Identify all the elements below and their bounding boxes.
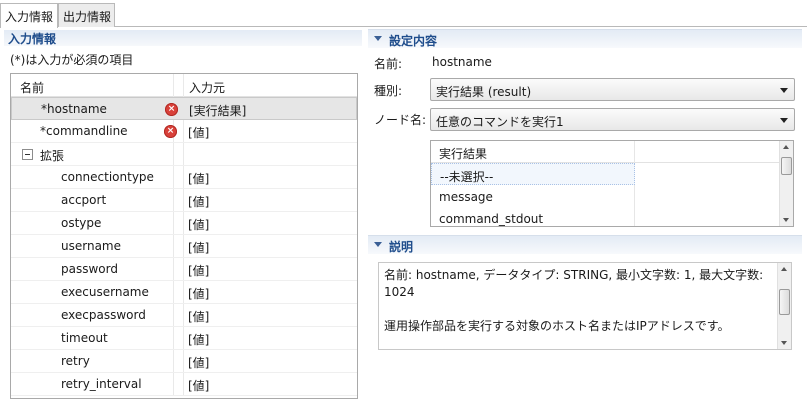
description-box[interactable]: 名前: hostname, データタイプ: STRING, 最小文字数: 1, … xyxy=(378,262,792,350)
row-source-value: [値] xyxy=(188,310,210,324)
row-label: accport xyxy=(61,193,107,207)
row-source-value: [値] xyxy=(188,379,210,393)
row-source-value: [値] xyxy=(188,287,210,301)
row-label: execpassword xyxy=(61,308,146,322)
tree-row-password[interactable]: password [値] xyxy=(11,258,357,281)
scroll-down-icon[interactable] xyxy=(783,218,789,222)
tree-row-connectiontype[interactable]: connectiontype [値] xyxy=(11,166,357,189)
tree-row-retry[interactable]: retry [値] xyxy=(11,350,357,373)
scroll-down-icon[interactable] xyxy=(781,341,787,345)
settings-section-title: 設定内容 xyxy=(389,34,438,48)
list-item-label: --未選択-- xyxy=(440,170,494,184)
row-source-value: [値] xyxy=(188,195,210,209)
column-header-source[interactable]: 入力元 xyxy=(189,79,225,96)
list-item-label: message xyxy=(439,190,493,204)
row-label: password xyxy=(61,262,118,276)
row-source-value: [値] xyxy=(188,172,210,186)
type-select[interactable]: 実行結果 (result) xyxy=(430,78,795,101)
tree-row-ostype[interactable]: ostype [値] xyxy=(11,212,357,235)
list-item-message[interactable]: message xyxy=(431,186,779,208)
tree-row-username[interactable]: username [値] xyxy=(11,235,357,258)
row-label: *commandline xyxy=(40,124,128,138)
row-label: retry xyxy=(61,354,90,368)
description-section-header[interactable]: 説明 xyxy=(368,235,802,254)
row-source-value: [値] xyxy=(188,126,210,140)
row-label: 拡張 xyxy=(40,149,65,163)
scroll-up-icon[interactable] xyxy=(781,267,787,271)
tree-row-execpassword[interactable]: execpassword [値] xyxy=(11,304,357,327)
error-icon: × xyxy=(164,125,177,138)
result-list[interactable]: 実行結果 --未選択-- message command_stdout xyxy=(430,140,794,227)
row-label: timeout xyxy=(61,331,108,345)
row-label: execusername xyxy=(61,285,149,299)
tree-row-hostname[interactable]: *hostname × [実行結果] xyxy=(11,97,357,120)
type-select-value: 実行結果 (result) xyxy=(436,85,532,99)
tree-row-timeout[interactable]: timeout [値] xyxy=(11,327,357,350)
description-section-title: 説明 xyxy=(389,240,414,254)
result-list-scrollbar[interactable] xyxy=(779,141,793,226)
tree-header: 名前 入力元 xyxy=(11,74,357,97)
tab-output-info[interactable]: 出力情報 xyxy=(58,3,115,27)
type-label: 種別: xyxy=(374,84,403,98)
tree-row-commandline[interactable]: *commandline × [値] xyxy=(11,120,357,143)
tree-row-retry-interval[interactable]: retry_interval [値] xyxy=(11,373,357,396)
chevron-down-icon[interactable] xyxy=(780,88,788,93)
description-text: 名前: hostname, データタイプ: STRING, 最小文字数: 1, … xyxy=(384,268,764,333)
row-label: *hostname xyxy=(41,102,107,116)
row-source-value: [値] xyxy=(188,218,210,232)
row-source-value: [値] xyxy=(188,333,210,347)
error-icon: × xyxy=(165,103,178,116)
tree-row-execusername[interactable]: execusername [値] xyxy=(11,281,357,304)
input-section-title: 入力情報 xyxy=(4,30,362,46)
tree-row-accport[interactable]: accport [値] xyxy=(11,189,357,212)
list-item-command-stdout[interactable]: command_stdout xyxy=(431,208,779,226)
node-select[interactable]: 任意のコマンドを実行1 xyxy=(430,108,795,131)
description-scrollbar[interactable] xyxy=(777,263,791,349)
result-list-header[interactable]: 実行結果 xyxy=(431,141,779,163)
row-source-value: [値] xyxy=(188,264,210,278)
scroll-thumb[interactable] xyxy=(781,157,792,175)
list-item-label: command_stdout xyxy=(439,212,544,226)
chevron-down-icon[interactable] xyxy=(374,242,382,247)
chevron-down-icon[interactable] xyxy=(374,36,382,41)
tab-input-info[interactable]: 入力情報 xyxy=(0,3,58,28)
column-header-name[interactable]: 名前 xyxy=(20,79,44,96)
node-label: ノード名: xyxy=(374,113,427,127)
row-source-value: [実行結果] xyxy=(189,104,247,118)
required-note: (*)は入力が必須の項目 xyxy=(10,53,134,67)
row-source-value: [値] xyxy=(188,241,210,255)
name-label: 名前: xyxy=(374,57,403,71)
chevron-down-icon[interactable] xyxy=(780,118,788,123)
row-label: connectiontype xyxy=(61,170,154,184)
result-list-header-label: 実行結果 xyxy=(439,147,488,161)
row-label: ostype xyxy=(61,216,102,230)
settings-section-header[interactable]: 設定内容 xyxy=(368,29,802,48)
collapse-toggle-icon[interactable] xyxy=(22,149,33,160)
scroll-thumb[interactable] xyxy=(779,289,790,315)
row-label: retry_interval xyxy=(61,377,142,391)
tree-row-extension-group[interactable]: 拡張 xyxy=(11,143,357,166)
list-item-unselected[interactable]: --未選択-- xyxy=(431,163,635,185)
row-label: username xyxy=(61,239,121,253)
node-select-value: 任意のコマンドを実行1 xyxy=(436,115,564,129)
input-tree[interactable]: 名前 入力元 *hostname × [実行結果] *commandline ×… xyxy=(10,73,358,399)
name-value: hostname xyxy=(432,55,492,69)
scroll-up-icon[interactable] xyxy=(783,145,789,149)
row-source-value: [値] xyxy=(188,356,210,370)
tab-bar: 入力情報 出力情報 xyxy=(0,0,807,28)
